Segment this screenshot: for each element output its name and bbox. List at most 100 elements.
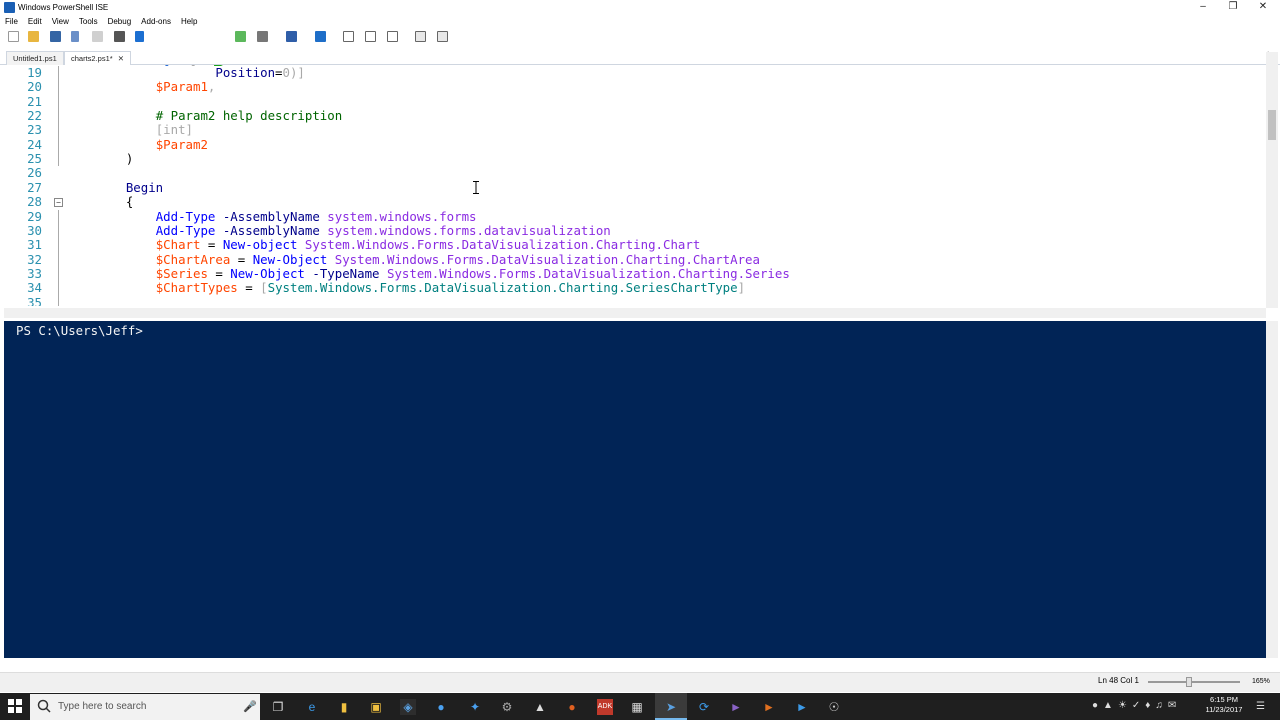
line-number: 23 [27, 122, 42, 138]
code-line[interactable]: 28 { − [4, 194, 1266, 210]
calculator-icon[interactable]: ▦ [629, 699, 645, 715]
code-text: $Chart = New-object System.Windows.Forms… [155, 237, 701, 253]
code-line[interactable]: 26 [4, 166, 1266, 181]
cut-icon[interactable] [71, 31, 79, 42]
code-line[interactable]: 22 # Param2 help description [4, 108, 1266, 124]
window-title: Windows PowerShell ISE [18, 3, 109, 12]
editor-vertical-scrollbar[interactable] [1266, 52, 1278, 308]
code-line[interactable]: 20 $Param1, [4, 79, 1266, 95]
menu-view[interactable]: View [52, 15, 69, 28]
code-line[interactable]: 27 Begin [4, 179, 1266, 195]
code-line[interactable]: 29 Add-Type -AssemblyName system.windows… [4, 208, 1266, 224]
maximize-button[interactable]: ❐ [1218, 0, 1248, 15]
close-tab-icon[interactable]: ✕ [118, 54, 124, 63]
console-scrollbar[interactable] [1266, 321, 1278, 658]
console-pane[interactable] [4, 321, 1266, 658]
app-icon[interactable]: ► [794, 699, 810, 715]
notifications-icon[interactable]: ☰ [1256, 701, 1265, 712]
line-number: 27 [27, 179, 42, 195]
menu-tools[interactable]: Tools [79, 15, 98, 28]
editor-scroll-thumb[interactable] [1268, 110, 1276, 140]
code-line[interactable]: 35 [4, 295, 1266, 306]
edge-browser-icon[interactable]: e [304, 699, 320, 715]
code-line[interactable]: 24 $Param2 [4, 137, 1266, 152]
fold-toggle-icon[interactable]: − [54, 198, 63, 208]
fold-guide [58, 209, 59, 306]
minimize-button[interactable]: – [1188, 0, 1218, 15]
menu-bar: File Edit View Tools Debug Add-ons Help [0, 15, 1280, 28]
code-line[interactable]: 21 [4, 94, 1266, 109]
app-icon[interactable]: ☉ [826, 699, 842, 715]
code-text: ) [96, 151, 134, 167]
close-button[interactable]: ✕ [1248, 0, 1278, 15]
line-number: 25 [27, 151, 42, 167]
app-icon[interactable]: ADK [597, 699, 613, 715]
new-file-icon[interactable] [8, 31, 19, 42]
zoom-slider[interactable] [1148, 681, 1240, 683]
file-explorer-icon[interactable]: ▮ [336, 699, 352, 715]
task-view-icon[interactable]: ❐ [270, 699, 286, 715]
zoom-slider-handle[interactable] [1186, 677, 1192, 687]
line-number: 33 [27, 265, 42, 281]
code-line[interactable]: 23 [int] [4, 122, 1266, 138]
code-text: # Param2 help description [155, 108, 343, 124]
line-number: 34 [27, 280, 42, 296]
tab-untitled1[interactable]: Untitled1.ps1 [6, 51, 64, 65]
tab-charts2[interactable]: charts2.ps1* ✕ [64, 51, 132, 65]
app-icon[interactable]: ⟳ [696, 699, 712, 715]
app-icon[interactable]: ▲ [532, 699, 548, 715]
title-bar: Windows PowerShell ISE – ❐ ✕ [0, 0, 1280, 15]
open-file-icon[interactable] [28, 31, 39, 42]
taskbar-clock[interactable]: 6:15 PM 11/23/2017 [1200, 695, 1248, 715]
app-icon[interactable]: ✦ [467, 699, 483, 715]
menu-addons[interactable]: Add-ons [141, 15, 171, 28]
code-line[interactable]: 33 $Series = New-Object -TypeName System… [4, 265, 1266, 281]
code-line[interactable]: 34 $ChartTypes = [System.Windows.Forms.D… [4, 280, 1266, 296]
line-number: 22 [27, 108, 42, 124]
line-number: 29 [27, 208, 42, 224]
line-number: 28 [27, 194, 42, 210]
status-bar [0, 672, 1280, 692]
app-icon[interactable]: ● [564, 699, 580, 715]
paste-icon[interactable] [114, 31, 125, 42]
show-commands-icon[interactable] [415, 31, 426, 42]
show-script-right-icon[interactable] [365, 31, 376, 42]
search-icon [37, 699, 51, 713]
microphone-icon[interactable]: 🎤 [243, 700, 257, 713]
code-line[interactable]: 25 ) [4, 151, 1266, 167]
menu-edit[interactable]: Edit [28, 15, 42, 28]
run-selection-icon[interactable] [235, 31, 246, 42]
save-icon[interactable] [50, 31, 61, 42]
code-line[interactable]: 30 Add-Type -AssemblyName system.windows… [4, 222, 1266, 238]
code-text: $Param1, [155, 79, 216, 95]
new-remote-tab-icon[interactable] [286, 31, 297, 42]
clock-time: 6:15 PM [1210, 695, 1238, 704]
code-line[interactable]: 32 $ChartArea = New-Object System.Window… [4, 251, 1266, 267]
code-text: Add-Type -AssemblyName system.windows.fo… [155, 222, 611, 238]
show-script-max-icon[interactable] [387, 31, 398, 42]
app-icon[interactable]: ⚙ [499, 699, 515, 715]
visual-studio-icon[interactable]: ► [728, 699, 744, 715]
start-powershell-icon[interactable] [315, 31, 326, 42]
code-text: { [96, 194, 134, 210]
editor-horizontal-scrollbar[interactable] [4, 308, 1266, 318]
stop-icon[interactable] [257, 31, 268, 42]
store-icon[interactable]: ▣ [368, 699, 384, 715]
menu-help[interactable]: Help [181, 15, 197, 28]
code-line[interactable]: 19 Position=0)] [4, 66, 1266, 80]
menu-file[interactable]: File [5, 15, 18, 28]
script-editor[interactable]: 19 Position=0)] 20 $Param1, 21 22 # Param2 … [4, 66, 1266, 306]
app-icon[interactable]: ◈ [400, 699, 416, 715]
app-icon[interactable]: ► [761, 699, 777, 715]
app-icon[interactable]: ● [433, 699, 449, 715]
windows-start-icon[interactable] [8, 699, 22, 713]
code-text: $ChartArea = New-Object System.Windows.F… [155, 251, 760, 267]
system-tray-icons[interactable]: ●▲☀✓♦♫✉ [1092, 700, 1181, 711]
clear-console-icon[interactable] [135, 31, 144, 42]
show-command-addon-icon[interactable] [437, 31, 448, 42]
code-line[interactable]: 31 $Chart = New-object System.Windows.Fo… [4, 237, 1266, 253]
console-prompt: PS C:\Users\Jeff> [16, 323, 143, 338]
menu-debug[interactable]: Debug [108, 15, 132, 28]
show-script-top-icon[interactable] [343, 31, 354, 42]
copy-icon[interactable] [92, 31, 103, 42]
